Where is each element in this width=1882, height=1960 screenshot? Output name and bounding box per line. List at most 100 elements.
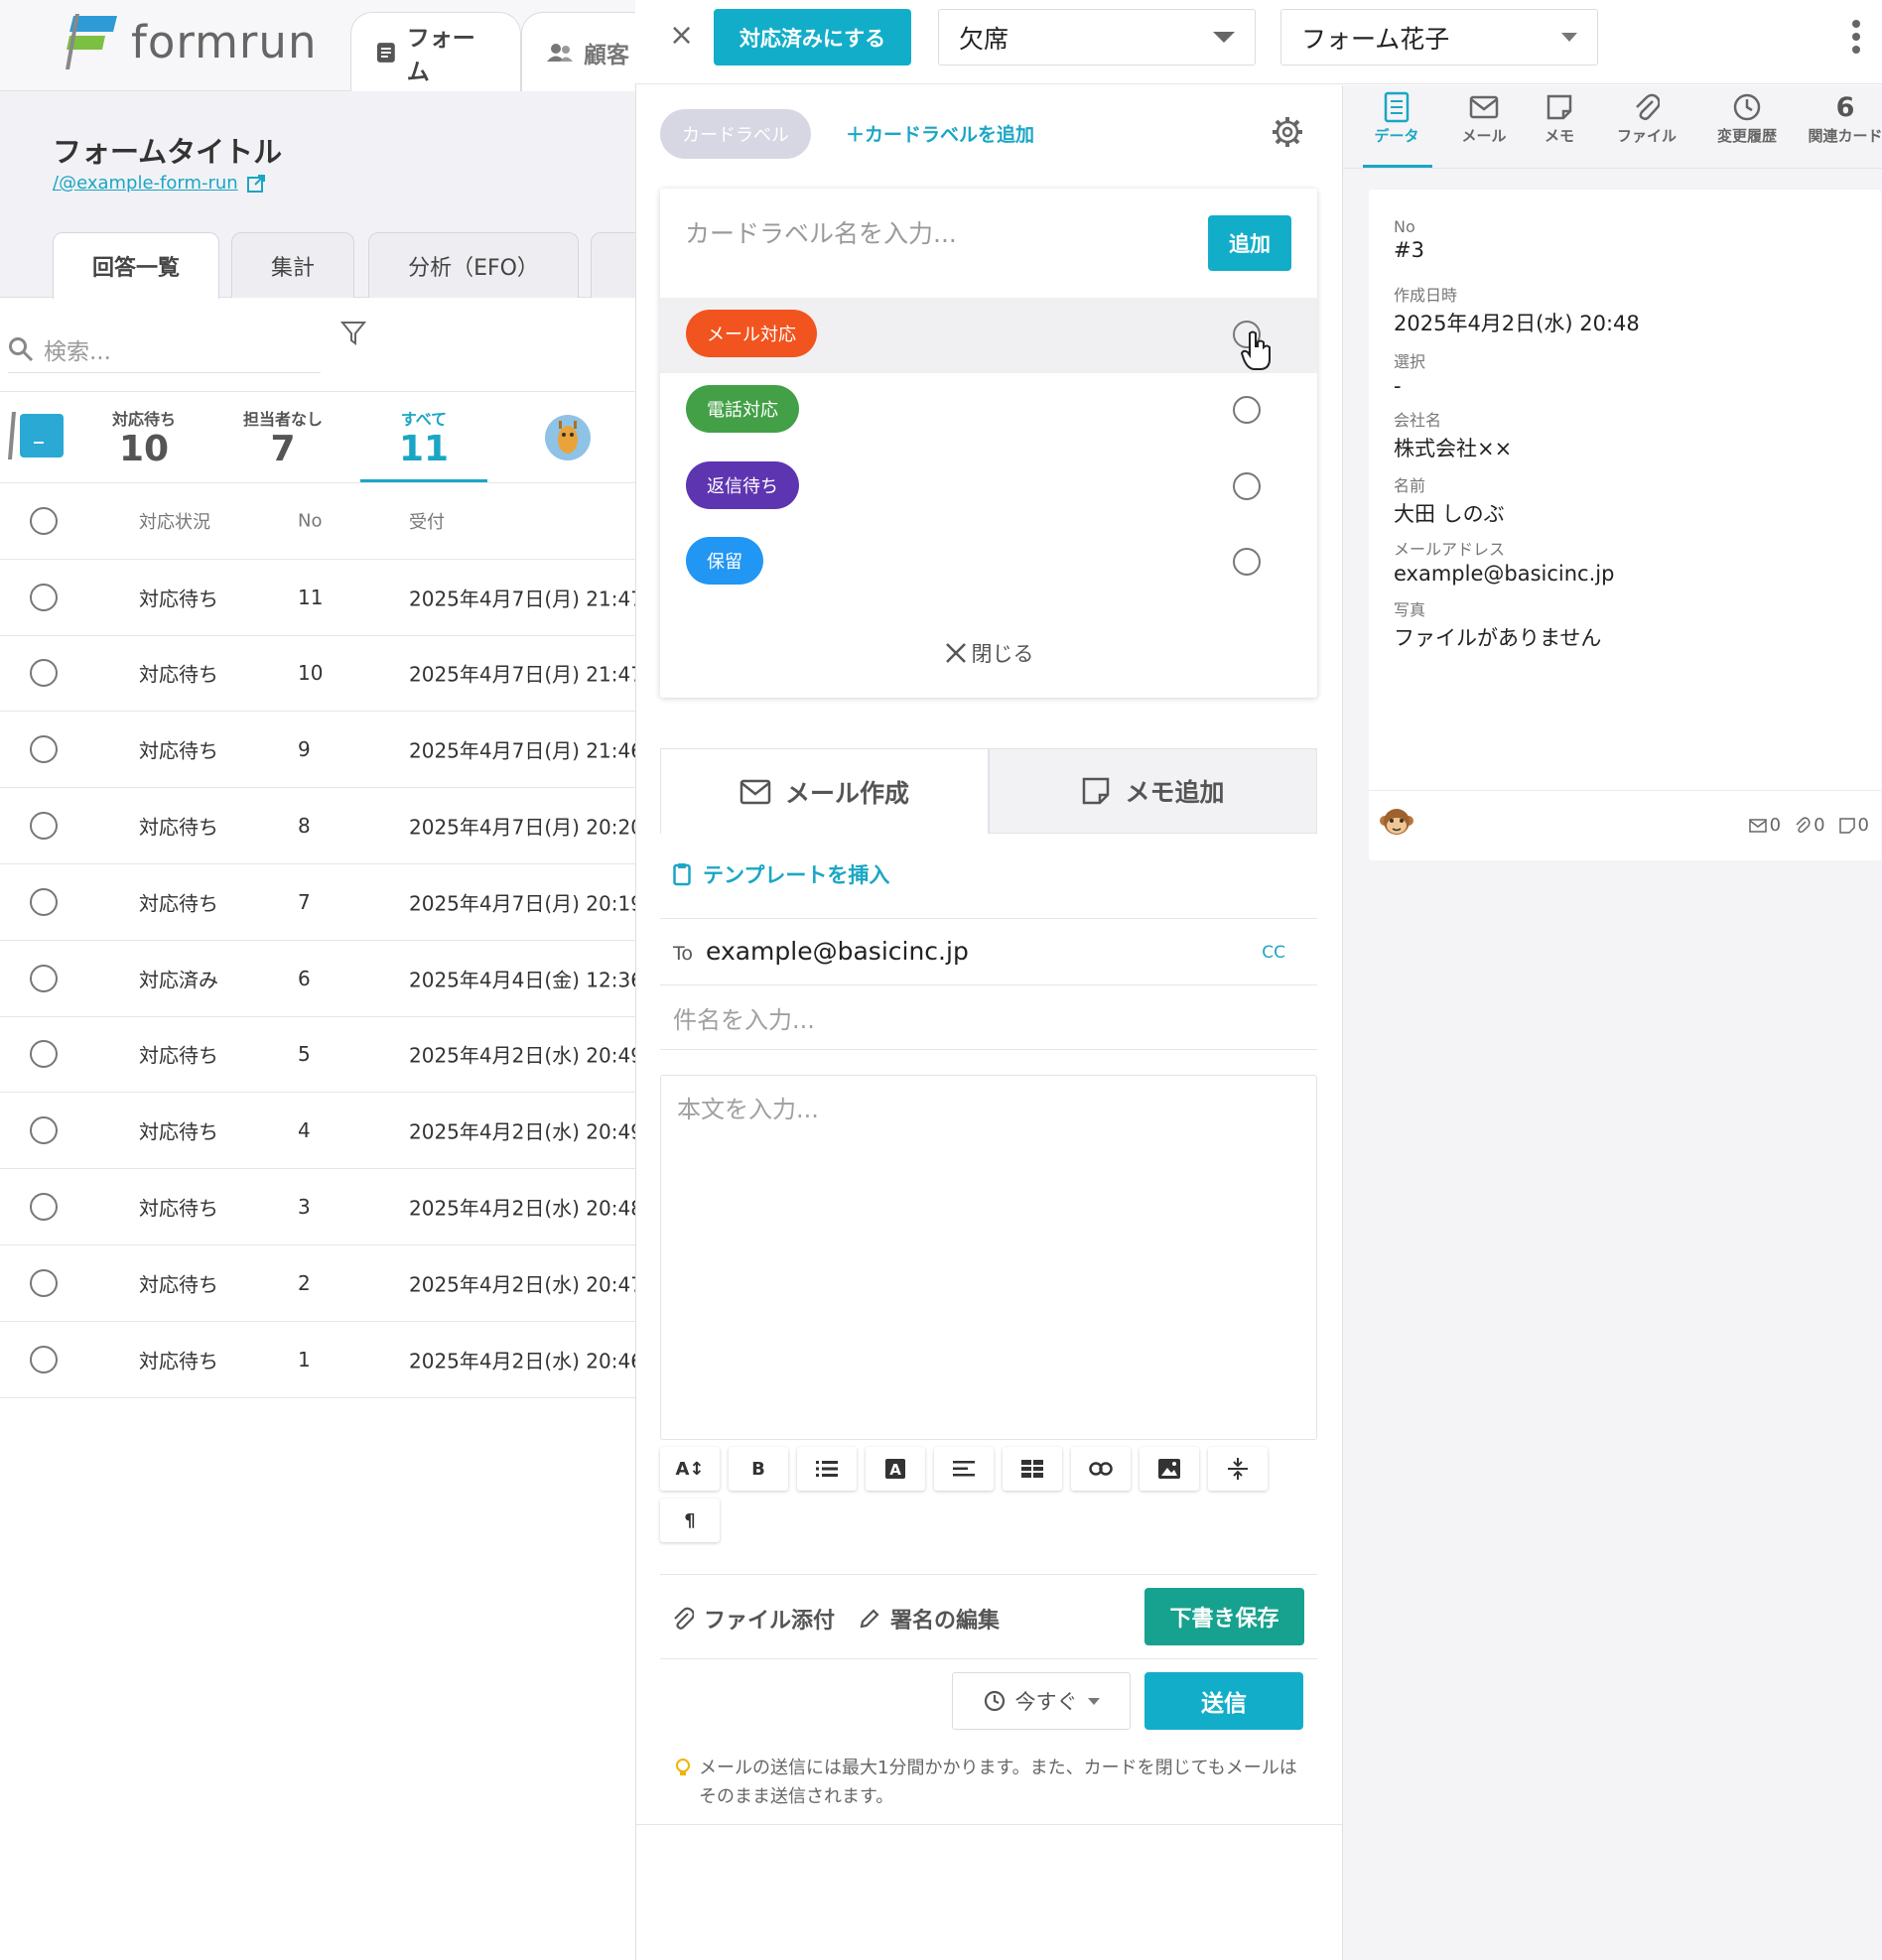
row-checkbox[interactable] xyxy=(30,887,58,916)
lightbulb-icon xyxy=(676,1759,690,1775)
tab-history[interactable]: 変更履歴 xyxy=(1697,89,1797,146)
tab-responses[interactable]: 回答一覧 xyxy=(53,232,219,299)
bold-button[interactable]: B xyxy=(729,1447,788,1491)
row-checkbox[interactable] xyxy=(30,735,58,764)
record-counts: 0 0 0 xyxy=(1748,815,1869,836)
text-color-icon: A xyxy=(885,1459,905,1479)
tab-efo-analysis[interactable]: 分析（EFO） xyxy=(368,232,579,298)
count-unassigned[interactable]: 担当者なし 7 xyxy=(233,406,333,469)
table-row[interactable]: 対応待ち 4 2025年4月2日(水) 20:49 xyxy=(0,1093,635,1170)
table-row[interactable]: 対応待ち 7 2025年4月7日(月) 20:19 xyxy=(0,864,635,941)
label-settings-button[interactable] xyxy=(1272,116,1303,148)
label-option-hold[interactable]: 保留 xyxy=(660,525,1317,600)
filter-button[interactable] xyxy=(339,320,367,347)
paperclip-icon xyxy=(674,1607,694,1630)
column-header-no[interactable]: No xyxy=(298,510,322,531)
tab-more[interactable] xyxy=(591,232,635,298)
table-row[interactable]: 対応待ち 9 2025年4月7日(月) 21:46 xyxy=(0,712,635,789)
label-radio[interactable] xyxy=(1233,472,1261,500)
row-checkbox[interactable] xyxy=(30,659,58,688)
table-body: 対応待ち 11 2025年4月7日(月) 21:47 対応待ち 10 2025年4月7日(… xyxy=(0,560,635,1398)
more-menu-button[interactable] xyxy=(1849,18,1863,58)
cc-toggle[interactable]: CC xyxy=(1262,943,1285,963)
label-option-mail[interactable]: メール対応 xyxy=(660,298,1317,373)
divider-button[interactable] xyxy=(1208,1447,1268,1491)
table-row[interactable]: 対応待ち 10 2025年4月7日(月) 21:47 xyxy=(0,636,635,713)
subject-input[interactable]: 件名を入力... xyxy=(660,985,1317,1050)
label-option-awaiting-reply[interactable]: 返信待ち xyxy=(660,450,1317,525)
label-option-phone[interactable]: 電話対応 xyxy=(660,373,1317,449)
tab-related-cards[interactable]: 6 関連カード xyxy=(1796,89,1882,146)
link-button[interactable] xyxy=(1071,1447,1131,1491)
row-checkbox[interactable] xyxy=(30,1116,58,1145)
label-pill: 返信待ち xyxy=(686,461,799,509)
text-color-button[interactable]: A xyxy=(866,1447,925,1491)
row-checkbox[interactable] xyxy=(30,583,58,611)
assignee-avatar[interactable] xyxy=(1379,805,1414,841)
label-radio[interactable] xyxy=(1233,548,1261,576)
count-pending[interactable]: 対応待ち 10 xyxy=(99,406,189,469)
table-row[interactable]: 対応待ち 11 2025年4月7日(月) 21:47 xyxy=(0,560,635,636)
logo-text: formrun xyxy=(131,15,318,68)
form-url-link[interactable]: /@example-form-run xyxy=(53,173,266,194)
send-button[interactable]: 送信 xyxy=(1144,1672,1303,1730)
search-input[interactable]: 検索... xyxy=(8,326,321,373)
row-checkbox[interactable] xyxy=(30,1040,58,1069)
avatar[interactable] xyxy=(545,415,591,460)
close-card-button[interactable]: × xyxy=(669,18,694,53)
attach-file-button[interactable]: ファイル添付 xyxy=(672,1603,835,1634)
tab-summary[interactable]: 集計 xyxy=(231,232,354,298)
row-checkbox[interactable] xyxy=(30,964,58,992)
close-popover-button[interactable]: 閉じる xyxy=(660,638,1317,668)
table-row[interactable]: 対応済み 6 2025年4月4日(金) 12:36 xyxy=(0,941,635,1017)
list-button[interactable] xyxy=(797,1447,857,1491)
image-button[interactable] xyxy=(1140,1447,1199,1491)
row-checkbox[interactable] xyxy=(30,812,58,841)
board-icon xyxy=(8,412,64,459)
table-row[interactable]: 対応待ち 1 2025年4月2日(水) 20:46 xyxy=(0,1322,635,1398)
add-label-button[interactable]: 追加 xyxy=(1208,215,1291,271)
to-field-row[interactable]: To example@basicinc.jp CC xyxy=(660,918,1317,985)
mark-done-button[interactable]: 対応済みにする xyxy=(714,9,911,65)
row-number: 11 xyxy=(298,585,324,609)
row-checkbox[interactable] xyxy=(30,1345,58,1373)
status-select[interactable]: 欠席 xyxy=(938,9,1256,65)
sidebar-toggle-button[interactable] xyxy=(8,412,66,459)
table-row[interactable]: 対応待ち 2 2025年4月2日(水) 20:47 xyxy=(0,1245,635,1322)
table-row[interactable]: 対応待ち 8 2025年4月7日(月) 20:20 xyxy=(0,788,635,864)
assignee-select[interactable]: フォーム花子 xyxy=(1280,9,1598,65)
send-timing-select[interactable]: 今すぐ xyxy=(952,1672,1131,1730)
nav-tab-forms[interactable]: フォーム xyxy=(350,12,521,91)
formrun-logo[interactable]: formrun xyxy=(66,14,317,69)
save-draft-button[interactable]: 下書き保存 xyxy=(1144,1588,1304,1645)
tab-memo[interactable]: メモ xyxy=(1510,89,1609,146)
paragraph-button[interactable]: ¶ xyxy=(660,1499,720,1542)
nav-tab-customers[interactable]: 顧客 xyxy=(521,12,635,91)
card-label-name-input[interactable]: カードラベル名を入力... xyxy=(685,214,957,250)
tab-files[interactable]: ファイル xyxy=(1597,89,1696,146)
select-all-checkbox[interactable] xyxy=(30,506,58,535)
insert-template-link[interactable]: テンプレートを挿入 xyxy=(673,859,889,889)
column-header-received[interactable]: 受付 xyxy=(409,508,445,534)
responses-table: 対応状況 No 受付 対応待ち 11 2025年4月7日(月) 21:47 対応待ち 1… xyxy=(0,483,635,1398)
align-button[interactable] xyxy=(934,1447,994,1491)
edit-signature-button[interactable]: 署名の編集 xyxy=(859,1603,1000,1634)
count-value: 11 xyxy=(398,429,450,469)
row-checkbox[interactable] xyxy=(30,1193,58,1222)
status-count-row: 対応待ち 10 担当者なし 7 すべて 11 xyxy=(0,392,635,483)
font-size-button[interactable]: A↕ xyxy=(660,1447,720,1491)
table-row[interactable]: 対応待ち 5 2025年4月2日(水) 20:49 xyxy=(0,1017,635,1094)
column-header-status[interactable]: 対応状況 xyxy=(139,508,210,534)
add-card-label-link[interactable]: ＋カードラベルを追加 xyxy=(846,120,1034,147)
table-button[interactable] xyxy=(1003,1447,1062,1491)
record-field-value: - xyxy=(1394,374,1402,398)
table-row[interactable]: 対応待ち 3 2025年4月2日(水) 20:48 xyxy=(0,1169,635,1245)
row-checkbox[interactable] xyxy=(30,1268,58,1297)
record-field-key: 名前 xyxy=(1394,476,1426,495)
tab-compose-mail[interactable]: メール作成 xyxy=(660,748,989,834)
body-textarea[interactable]: 本文を入力... xyxy=(660,1075,1317,1440)
label-radio[interactable] xyxy=(1233,396,1261,424)
tab-add-memo[interactable]: メモ追加 xyxy=(989,748,1317,834)
count-all[interactable]: すべて 11 xyxy=(379,406,469,469)
tab-data[interactable]: データ xyxy=(1347,89,1446,146)
